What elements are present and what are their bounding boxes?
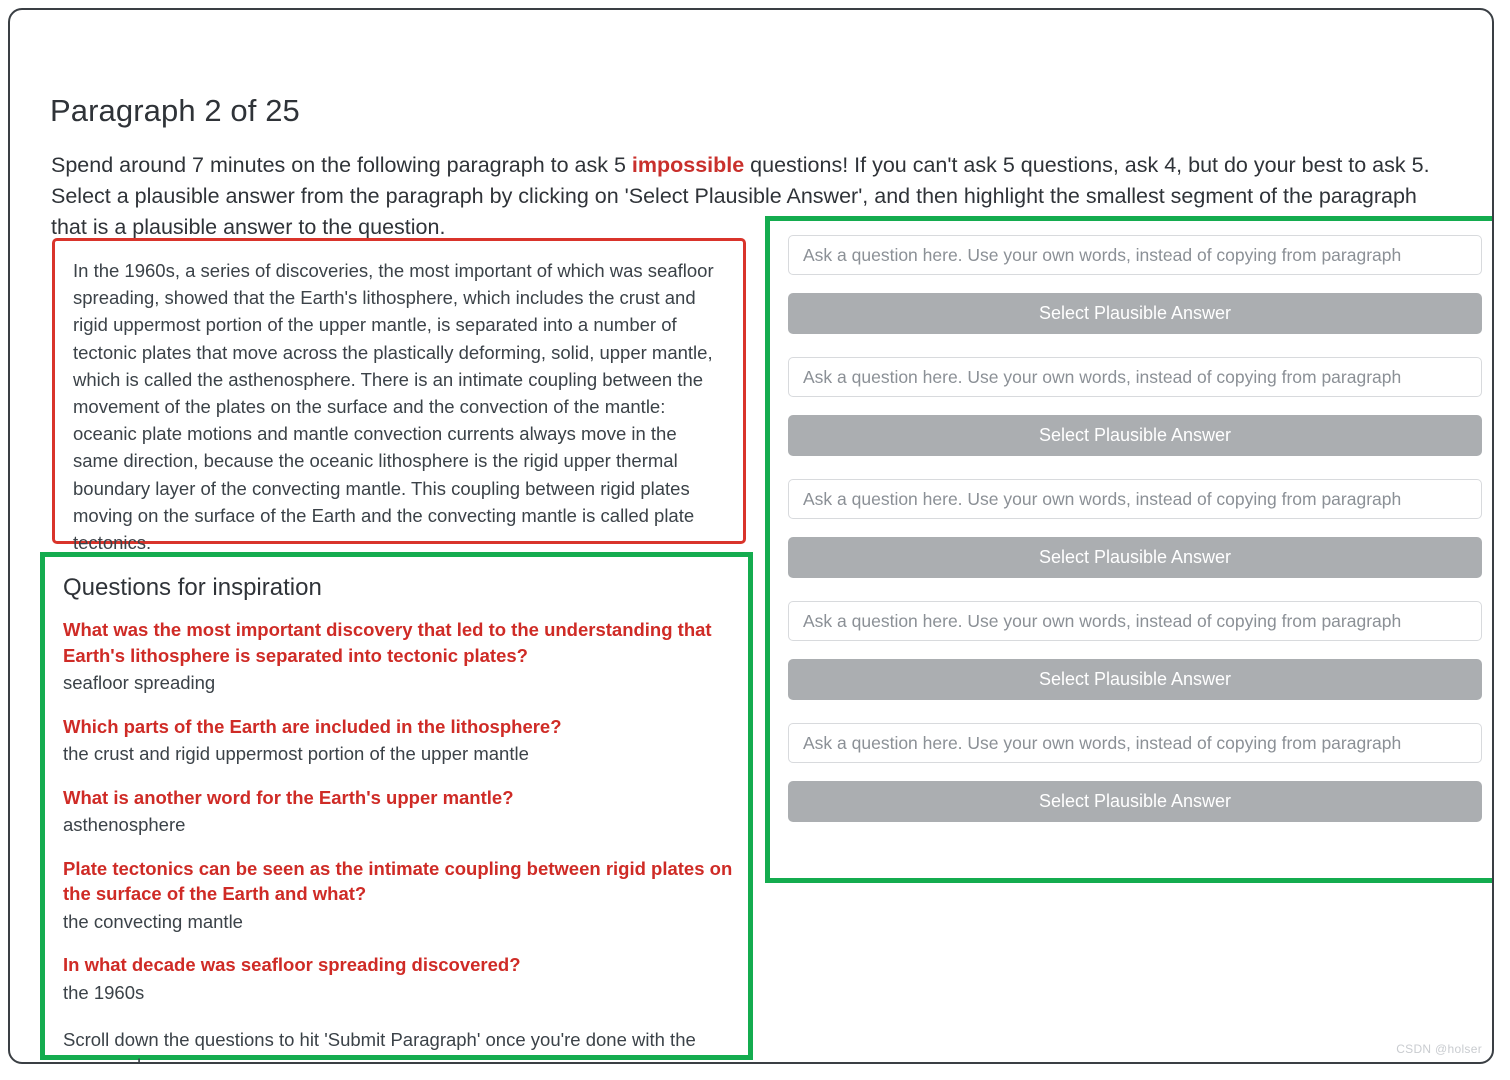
select-plausible-answer-button[interactable]: Select Plausible Answer <box>788 415 1482 456</box>
inspiration-item: What is another word for the Earth's upp… <box>63 785 734 838</box>
inspiration-item: In what decade was seafloor spreading di… <box>63 952 734 1005</box>
select-plausible-answer-button[interactable]: Select Plausible Answer <box>788 781 1482 822</box>
watermark: CSDN @holser <box>1396 1042 1482 1056</box>
question-input[interactable] <box>788 601 1482 641</box>
answer-panel: Select Plausible Answer Select Plausible… <box>765 216 1492 883</box>
page-frame: Paragraph 2 of 25 Spend around 7 minutes… <box>8 8 1494 1064</box>
question-answer-row: Select Plausible Answer <box>788 235 1482 334</box>
inspiration-answer: asthenosphere <box>63 814 186 835</box>
question-answer-row: Select Plausible Answer <box>788 357 1482 456</box>
inspiration-answer: seafloor spreading <box>63 672 216 693</box>
inspiration-question: What was the most important discovery th… <box>63 619 712 666</box>
page-content: Paragraph 2 of 25 Spend around 7 minutes… <box>10 10 1492 1062</box>
inspiration-question: What is another word for the Earth's upp… <box>63 786 514 808</box>
inspiration-answer: the crust and rigid uppermost portion of… <box>63 743 529 764</box>
inspiration-box: Questions for inspiration What was the m… <box>40 552 753 1062</box>
inspiration-footer-note: Scroll down the questions to hit 'Submit… <box>63 1029 696 1062</box>
instructions-highlight-impossible: impossible <box>631 152 745 177</box>
question-input[interactable] <box>788 235 1482 275</box>
select-plausible-answer-button[interactable]: Select Plausible Answer <box>788 537 1482 578</box>
question-input[interactable] <box>788 723 1482 763</box>
inspiration-answer: the convecting mantle <box>63 910 243 932</box>
inspiration-title: Questions for inspiration <box>63 574 322 601</box>
question-answer-row: Select Plausible Answer <box>788 601 1482 700</box>
inspiration-question: Which parts of the Earth are included in… <box>63 715 562 737</box>
inspiration-item: What was the most important discovery th… <box>63 617 734 696</box>
select-plausible-answer-button[interactable]: Select Plausible Answer <box>788 659 1482 700</box>
instructions-part-1: Spend around 7 minutes on the following … <box>51 152 632 177</box>
question-answer-row: Select Plausible Answer <box>788 479 1482 578</box>
inspiration-item: Plate tectonics can be seen as the intim… <box>63 856 734 935</box>
paragraph-text: In the 1960s, a series of discoveries, t… <box>73 260 714 554</box>
inspiration-question: In what decade was seafloor spreading di… <box>63 954 521 975</box>
inspiration-question: Plate tectonics can be seen as the intim… <box>63 857 733 905</box>
select-plausible-answer-button[interactable]: Select Plausible Answer <box>788 293 1482 334</box>
inspiration-item: Which parts of the Earth are included in… <box>63 714 734 767</box>
question-answer-row: Select Plausible Answer <box>788 723 1482 822</box>
question-input[interactable] <box>788 479 1482 519</box>
question-input[interactable] <box>788 357 1482 397</box>
inspiration-answer: the 1960s <box>63 981 145 1003</box>
page-title: Paragraph 2 of 25 <box>50 92 300 128</box>
paragraph-box[interactable]: In the 1960s, a series of discoveries, t… <box>52 238 746 553</box>
